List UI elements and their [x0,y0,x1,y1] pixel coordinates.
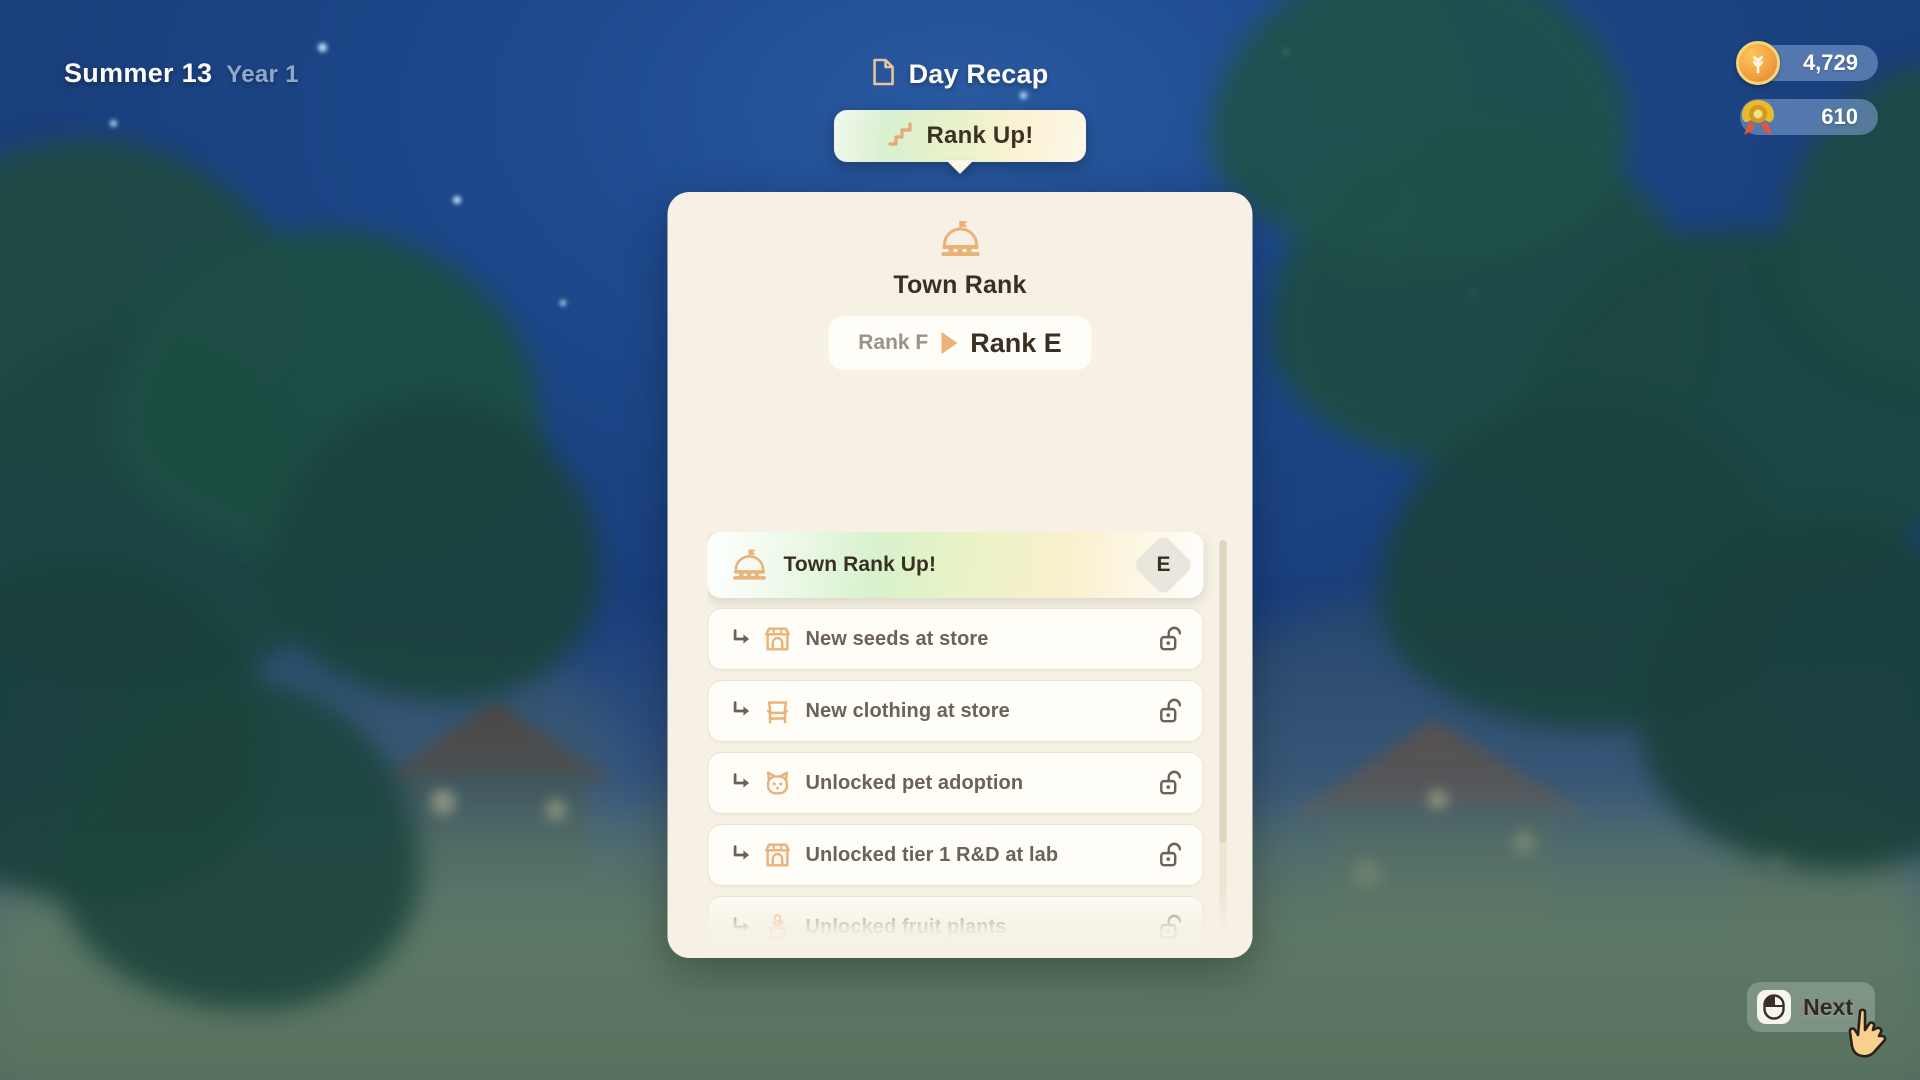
unlock-row-label: New seeds at store [805,627,989,650]
rank-to-label: Rank E [970,327,1062,358]
rank-up-label: Rank Up! [926,122,1034,149]
store-icon [759,840,797,870]
unlock-icon [1159,770,1185,796]
star [318,43,327,52]
list-scrollbar[interactable] [1219,540,1227,928]
unlock-row[interactable]: New seeds at store [707,608,1204,670]
potted-plant-icon [759,912,797,942]
unlocks-list[interactable]: Town Rank Up! E New seeds at store New cl… [707,532,1228,948]
unlock-icon [1159,626,1185,652]
next-label: Next [1803,993,1853,1020]
date-label: Summer 13 [64,58,213,88]
sub-arrow-icon [731,699,759,723]
next-button[interactable]: Next [1747,982,1875,1032]
stairs-up-icon [887,121,913,152]
foliage-leaf [1210,0,1630,260]
cat-face-icon [759,768,797,798]
armchair-icon [759,696,797,726]
panel-title: Town Rank [893,271,1027,299]
rank-diamond: E [1132,533,1195,597]
unlock-row-header[interactable]: Town Rank Up! E [707,532,1204,598]
unlock-icon [1159,842,1185,868]
unlock-icon [1159,698,1185,724]
star [1020,92,1027,99]
unlock-row[interactable]: New clothing at store [707,680,1204,742]
unlock-row-label: Unlocked fruit plants [805,915,1007,938]
document-icon [872,58,896,91]
rank-up-badge: Rank Up! [834,110,1086,162]
star [560,300,566,306]
unlock-row-label: Unlocked tier 1 R&D at lab [805,843,1059,866]
town-rank-panel: Town Rank Rank F Rank E Town Rank Up! E [667,192,1253,958]
rank-transition: Rank F Rank E [828,316,1092,370]
rank-from-label: Rank F [858,331,929,354]
star [453,196,461,204]
sub-arrow-icon [731,771,759,795]
unlock-row-label: New clothing at store [805,699,1010,722]
sub-arrow-icon [731,843,759,867]
unlock-row-label: Unlocked pet adoption [805,771,1024,794]
currency-row-medals: 610 [1740,96,1878,138]
unlock-row[interactable]: Unlocked tier 1 R&D at lab [707,824,1204,886]
date-display: Summer 13 Year 1 [64,58,299,89]
day-recap-header: Day Recap [872,58,1049,91]
unlock-row-label: Town Rank Up! [783,553,937,576]
currency-row-coins: 4,729 [1736,41,1878,85]
year-label: Year 1 [226,61,299,88]
medal-ribbon-icon [1736,95,1780,139]
coin-wheat-icon [1736,41,1780,85]
day-recap-label: Day Recap [908,59,1049,89]
badge-tail [946,160,974,174]
mouse-left-click-icon [1757,990,1792,1024]
panel-header: Town Rank Rank F Rank E [668,192,1253,370]
unlock-row[interactable]: Unlocked fruit plants [707,896,1204,948]
rank-badge: E [1132,533,1195,597]
triangle-right-icon [941,332,958,354]
star [110,120,117,127]
scrollbar-thumb[interactable] [1219,540,1227,843]
sub-arrow-icon [731,627,759,651]
sub-arrow-icon [731,915,759,939]
currency-hud: 4,729 610 [1736,41,1878,138]
unlock-row[interactable]: Unlocked pet adoption [707,752,1204,814]
unlock-icon [1159,914,1185,940]
store-icon [759,624,797,654]
town-hall-icon [937,218,983,265]
rank-badge-letter: E [1156,552,1171,576]
town-hall-icon [728,547,772,583]
